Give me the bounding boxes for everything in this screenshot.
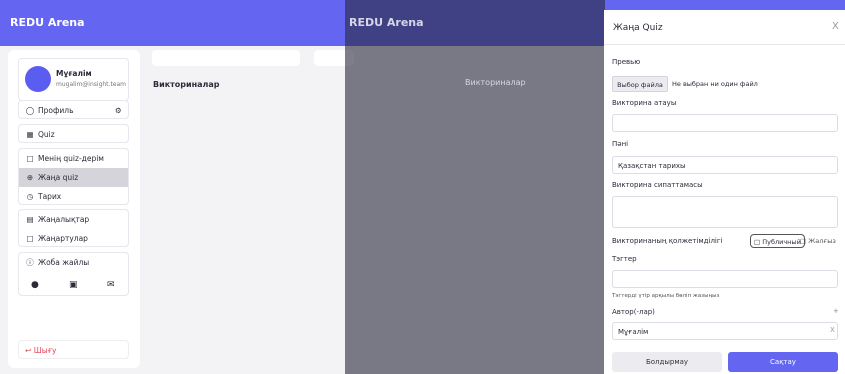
avatar bbox=[25, 66, 51, 92]
modal-backdrop[interactable]: REDU Arena Викториналар bbox=[345, 0, 605, 374]
logout-label: Шығу bbox=[33, 346, 57, 355]
sidebar-item-quiz[interactable]: ▦ Quiz bbox=[18, 124, 129, 143]
visibility-private-label: Жалғыз bbox=[808, 237, 836, 245]
file-status: Не выбран ни один файл bbox=[672, 80, 758, 88]
sidebar-item-project[interactable]: ⓘ Жоба жайлы bbox=[19, 253, 128, 272]
sidebar-item-label: Жаңалықтар bbox=[38, 215, 90, 224]
subject-label: Пәні bbox=[612, 140, 629, 148]
sidebar-item-new-quiz[interactable]: ⊕ Жаңа quiz bbox=[19, 168, 128, 187]
news-menu-card: ▤ Жаңалықтар □ Жаңартулар bbox=[18, 209, 129, 247]
sidebar-item-label: Тарих bbox=[38, 192, 62, 201]
square-icon: □ bbox=[26, 234, 34, 243]
profile-card[interactable]: Мұғалім mugalim@insight.team bbox=[18, 58, 129, 101]
search-input[interactable] bbox=[152, 50, 300, 66]
profile-name: Мұғалім bbox=[56, 69, 92, 78]
app-title: REDU Arena bbox=[10, 16, 85, 29]
github-icon[interactable]: ● bbox=[31, 280, 39, 290]
page-title: Викториналар bbox=[153, 80, 220, 89]
description-textarea[interactable] bbox=[612, 196, 838, 228]
user-icon: ◯ bbox=[25, 106, 35, 115]
quiz-name-input[interactable] bbox=[612, 114, 838, 132]
sidebar-item-history[interactable]: ◷ Тарих bbox=[19, 187, 128, 206]
info-icon: ⓘ bbox=[26, 258, 34, 267]
plus-circle-icon: ⊕ bbox=[26, 173, 34, 182]
visibility-public-label: Публичный bbox=[762, 238, 801, 246]
cancel-button[interactable]: Болдырмау bbox=[612, 352, 722, 372]
sidebar-item-news[interactable]: ▤ Жаңалықтар bbox=[19, 210, 128, 229]
sidebar-item-profile[interactable]: ◯ Профиль ⚙ bbox=[18, 100, 129, 119]
remove-author-button[interactable]: X bbox=[830, 326, 835, 334]
logout-button[interactable]: ↩ Шығу bbox=[18, 340, 129, 359]
folder-icon: □ bbox=[26, 154, 34, 163]
sidebar-item-label: Менің quiz-дерім bbox=[38, 154, 104, 163]
logout-icon: ↩ bbox=[25, 346, 32, 355]
mail-icon[interactable]: ✉ bbox=[107, 280, 115, 290]
sidebar-item-label: Жаңа quiz bbox=[38, 173, 79, 182]
sidebar-item-label: Жоба жайлы bbox=[38, 258, 90, 267]
save-button[interactable]: Сақтау bbox=[728, 352, 838, 372]
sidebar-item-label: Профиль bbox=[38, 106, 74, 115]
modal-header: Жаңа Quiz X bbox=[604, 10, 845, 45]
sidebar-item-label: Quiz bbox=[38, 130, 55, 139]
project-card: ⓘ Жоба жайлы ● ▣ ✉ bbox=[18, 252, 129, 296]
file-select-button[interactable]: Выбор файла bbox=[612, 76, 668, 92]
visibility-private-toggle[interactable]: □ Жалғыз bbox=[797, 234, 839, 248]
profile-email: mugalim@insight.team bbox=[56, 81, 127, 88]
quiz-name-label: Викторина атауы bbox=[612, 99, 677, 107]
instagram-icon[interactable]: ▣ bbox=[69, 280, 78, 290]
ghost-app-title: REDU Arena bbox=[349, 16, 424, 29]
quiz-icon: ▦ bbox=[26, 130, 34, 139]
modal-title: Жаңа Quiz bbox=[613, 23, 663, 33]
sidebar-item-label: Жаңартулар bbox=[38, 234, 88, 243]
tags-label: Тэгтер bbox=[612, 255, 637, 263]
sidebar-item-my-quizzes[interactable]: □ Менің quiz-дерім bbox=[19, 149, 128, 168]
clock-icon: ◷ bbox=[26, 192, 34, 201]
add-author-button[interactable]: + bbox=[833, 307, 839, 315]
description-label: Викторина сипаттамасы bbox=[612, 181, 703, 189]
gear-icon[interactable]: ⚙ bbox=[115, 101, 122, 120]
quiz-menu-card: □ Менің quiz-дерім ⊕ Жаңа quiz ◷ Тарих bbox=[18, 148, 129, 205]
ghost-page-title: Викториналар bbox=[465, 78, 526, 87]
sidebar: Мұғалім mugalim@insight.team ◯ Профиль ⚙ … bbox=[8, 50, 140, 368]
subject-input[interactable]: Қазақстан тарихы bbox=[612, 156, 838, 174]
sidebar-item-updates[interactable]: □ Жаңартулар bbox=[19, 229, 128, 248]
author-input[interactable]: Мұғалім bbox=[612, 322, 838, 340]
close-icon[interactable]: X bbox=[832, 21, 839, 32]
new-quiz-modal: Жаңа Quiz X Превью Выбор файла Не выбран… bbox=[604, 10, 845, 374]
visibility-label: Викторинаның қолжетімділігі bbox=[612, 237, 723, 245]
preview-label: Превью bbox=[612, 58, 641, 66]
tags-input[interactable] bbox=[612, 270, 838, 288]
news-icon: ▤ bbox=[26, 215, 34, 224]
app-window: REDU Arena Мұғалім mugalim@insight.team … bbox=[0, 0, 845, 374]
authors-label: Автор(-лар) bbox=[612, 308, 655, 316]
tags-hint: Тэгтерді үтір арқылы бөліп жазыңыз bbox=[612, 293, 720, 299]
